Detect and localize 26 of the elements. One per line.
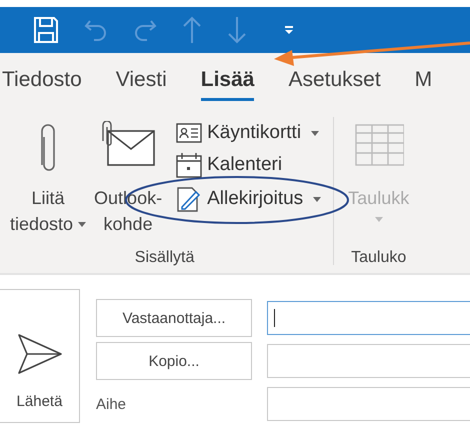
address-button[interactable]: Kopio...: [96, 342, 252, 380]
ribbon-tab[interactable]: M: [414, 62, 432, 100]
ribbon-tab[interactable]: Asetukset: [288, 62, 381, 100]
contact-card-icon: [176, 122, 202, 144]
text-cursor: [274, 309, 275, 327]
input-field[interactable]: [267, 387, 470, 421]
group-label: Sisällytä: [134, 249, 196, 268]
input-field[interactable]: [267, 301, 470, 335]
ribbon-tab[interactable]: Tiedosto: [2, 62, 82, 100]
customize-menu-icon[interactable]: [284, 25, 294, 35]
save-icon[interactable]: [33, 16, 59, 44]
subject-label: Aihe: [96, 396, 128, 412]
down-arrow-icon[interactable]: [227, 16, 247, 44]
paper-plane-icon: [16, 333, 62, 375]
signature-pen-icon: [176, 186, 202, 212]
attach-file-button[interactable]: Liitä tiedosto: [8, 121, 88, 249]
input-field[interactable]: [267, 344, 470, 378]
group-label: Tauluko: [350, 249, 408, 268]
address-button[interactable]: Vastaanottaja...: [96, 299, 252, 337]
ribbon-tab[interactable]: Lisää: [200, 62, 254, 100]
calendar-button[interactable]: Kalenteri: [176, 151, 282, 179]
ribbon-tab[interactable]: Viesti: [116, 62, 167, 100]
up-arrow-icon[interactable]: [182, 16, 202, 44]
business-card-button[interactable]: Käyntikortti: [176, 121, 320, 145]
send-button[interactable]: Lähetä: [0, 289, 80, 423]
calendar-icon: [176, 152, 202, 178]
